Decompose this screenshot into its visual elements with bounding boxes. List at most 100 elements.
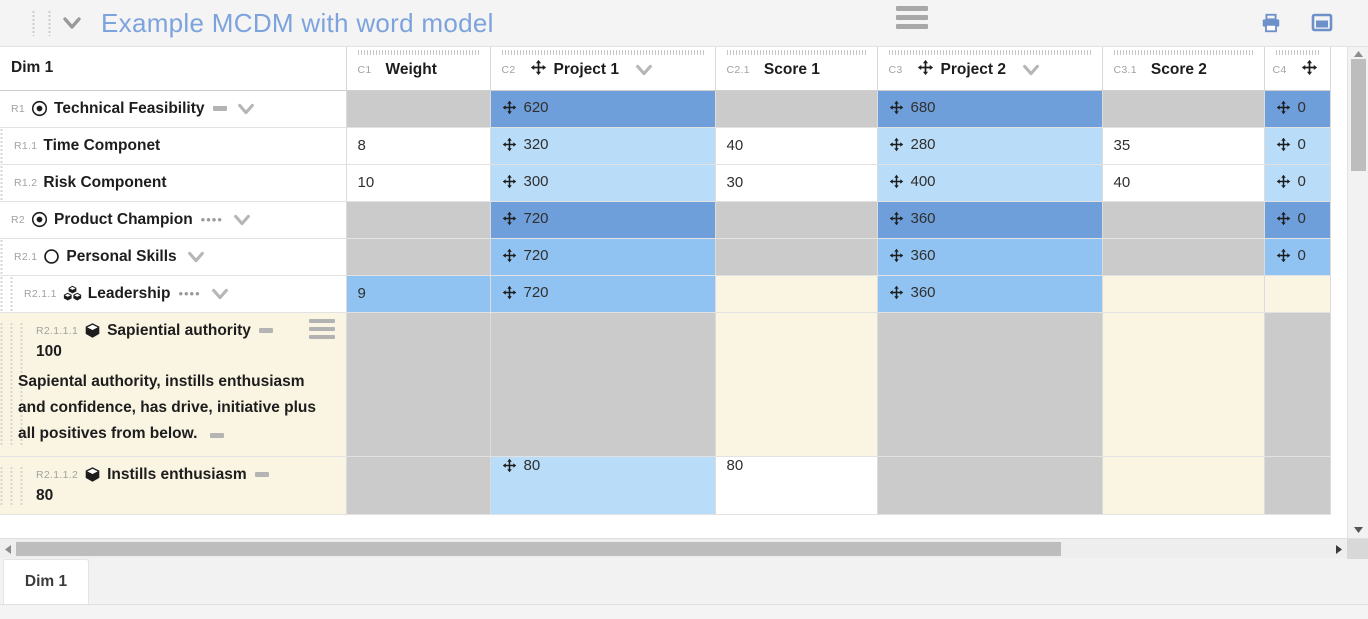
table-cell[interactable] xyxy=(1102,275,1265,313)
scroll-right-arrow[interactable] xyxy=(1331,539,1347,559)
move-icon[interactable] xyxy=(1276,211,1291,226)
table-cell[interactable] xyxy=(1264,456,1331,515)
horizontal-scroll-thumb[interactable] xyxy=(16,542,1061,556)
move-icon[interactable] xyxy=(502,285,517,300)
table-cell[interactable] xyxy=(1264,312,1331,457)
table-cell[interactable] xyxy=(1102,238,1265,276)
table-cell[interactable] xyxy=(346,90,491,128)
collapse-dash-icon[interactable] xyxy=(209,432,224,438)
move-icon[interactable] xyxy=(1276,137,1291,152)
table-cell[interactable]: 280 xyxy=(877,127,1103,165)
table-cell[interactable]: 80 xyxy=(715,456,878,515)
move-icon[interactable] xyxy=(502,248,517,263)
table-cell[interactable]: 360 xyxy=(877,201,1103,239)
table-cell[interactable]: 80 xyxy=(490,456,716,515)
row-header-cell[interactable]: R2 Product Champion •••• xyxy=(0,201,347,239)
move-icon[interactable] xyxy=(889,137,904,152)
scroll-left-arrow[interactable] xyxy=(0,539,16,559)
column-resize-handle[interactable] xyxy=(501,50,706,55)
table-cell[interactable] xyxy=(346,312,491,457)
table-cell[interactable] xyxy=(346,456,491,515)
drag-handle-icon[interactable] xyxy=(48,10,51,36)
chevron-down-icon[interactable] xyxy=(210,284,230,304)
table-cell[interactable] xyxy=(715,275,878,313)
column-header-project-1[interactable]: C2 Project 1 xyxy=(490,47,716,91)
ellipsis-icon[interactable]: •••• xyxy=(201,212,223,227)
move-icon[interactable] xyxy=(1276,248,1291,263)
table-cell[interactable] xyxy=(877,312,1103,457)
table-cell[interactable]: 9 xyxy=(346,275,491,313)
table-cell[interactable] xyxy=(715,312,878,457)
column-header-weight[interactable]: C1 Weight xyxy=(346,47,491,91)
row-header-cell[interactable]: R1 Technical Feasibility xyxy=(0,90,347,128)
move-icon[interactable] xyxy=(502,211,517,226)
vertical-scroll-thumb[interactable] xyxy=(1351,59,1366,171)
table-cell[interactable] xyxy=(715,90,878,128)
table-cell[interactable]: 0 xyxy=(1264,238,1331,276)
move-icon[interactable] xyxy=(502,100,517,115)
collapse-dash-icon[interactable] xyxy=(254,472,269,477)
column-resize-handle[interactable] xyxy=(726,50,868,55)
tab-dim-1[interactable]: Dim 1 xyxy=(3,559,89,604)
table-cell[interactable]: 400 xyxy=(877,164,1103,202)
move-icon[interactable] xyxy=(502,174,517,189)
table-cell[interactable]: 0 xyxy=(1264,164,1331,202)
move-icon[interactable] xyxy=(530,59,547,81)
vertical-scrollbar[interactable] xyxy=(1347,47,1368,538)
column-header-dim[interactable]: Dim 1 xyxy=(0,47,347,91)
table-cell[interactable]: 10 xyxy=(346,164,491,202)
table-cell[interactable] xyxy=(715,201,878,239)
chevron-down-icon[interactable] xyxy=(1021,60,1041,80)
column-header-c4[interactable]: C4 xyxy=(1264,47,1331,91)
table-cell[interactable] xyxy=(1102,312,1265,457)
move-icon[interactable] xyxy=(889,174,904,189)
print-icon[interactable] xyxy=(1260,12,1282,34)
move-icon[interactable] xyxy=(889,211,904,226)
table-cell[interactable]: 0 xyxy=(1264,127,1331,165)
table-cell[interactable]: 620 xyxy=(490,90,716,128)
table-cell[interactable]: 720 xyxy=(490,238,716,276)
table-cell[interactable]: 300 xyxy=(490,164,716,202)
horizontal-scrollbar[interactable] xyxy=(0,538,1368,559)
row-header-cell[interactable]: R2.1 Personal Skills xyxy=(0,238,347,276)
row-header-cell[interactable]: R2.1.1.1 Sapiential authority 100 Sapiental… xyxy=(0,312,347,457)
table-cell[interactable]: 720 xyxy=(490,275,716,313)
move-icon[interactable] xyxy=(1276,174,1291,189)
table-cell[interactable] xyxy=(715,238,878,276)
column-resize-handle[interactable] xyxy=(888,50,1093,55)
ellipsis-icon[interactable]: •••• xyxy=(178,286,200,301)
chevron-down-icon[interactable] xyxy=(232,210,252,230)
move-icon[interactable] xyxy=(889,100,904,115)
table-cell[interactable] xyxy=(1102,201,1265,239)
hamburger-menu-icon[interactable] xyxy=(896,6,928,33)
chevron-down-icon[interactable] xyxy=(634,60,654,80)
drag-handles[interactable] xyxy=(32,10,51,36)
table-cell[interactable]: 320 xyxy=(490,127,716,165)
table-cell[interactable]: 360 xyxy=(877,238,1103,276)
column-resize-handle[interactable] xyxy=(1113,50,1255,55)
column-resize-handle[interactable] xyxy=(357,50,481,55)
table-cell[interactable] xyxy=(346,201,491,239)
table-cell[interactable] xyxy=(346,238,491,276)
table-cell[interactable]: 720 xyxy=(490,201,716,239)
chevron-down-icon[interactable] xyxy=(61,12,83,34)
move-icon[interactable] xyxy=(1276,100,1291,115)
collapse-dash-icon[interactable] xyxy=(212,106,227,111)
table-cell[interactable]: 30 xyxy=(715,164,878,202)
move-icon[interactable] xyxy=(889,248,904,263)
scroll-down-arrow[interactable] xyxy=(1348,523,1368,537)
column-resize-handle[interactable] xyxy=(1275,50,1321,55)
table-cell[interactable]: 0 xyxy=(1264,90,1331,128)
table-cell[interactable]: 40 xyxy=(715,127,878,165)
move-icon[interactable] xyxy=(1301,59,1318,81)
column-header-project-2[interactable]: C3 Project 2 xyxy=(877,47,1103,91)
table-cell[interactable]: 8 xyxy=(346,127,491,165)
row-menu-icon[interactable] xyxy=(309,319,335,343)
column-header-score-2[interactable]: C3.1 Score 2 xyxy=(1102,47,1265,91)
row-header-cell[interactable]: R2.1.1 Leadership •••• xyxy=(0,275,347,313)
chevron-down-icon[interactable] xyxy=(236,99,256,119)
table-cell[interactable] xyxy=(490,312,716,457)
row-header-cell[interactable]: R1.1 Time Componet xyxy=(0,127,347,165)
table-cell[interactable]: 40 xyxy=(1102,164,1265,202)
row-header-cell[interactable]: R1.2 Risk Component xyxy=(0,164,347,202)
